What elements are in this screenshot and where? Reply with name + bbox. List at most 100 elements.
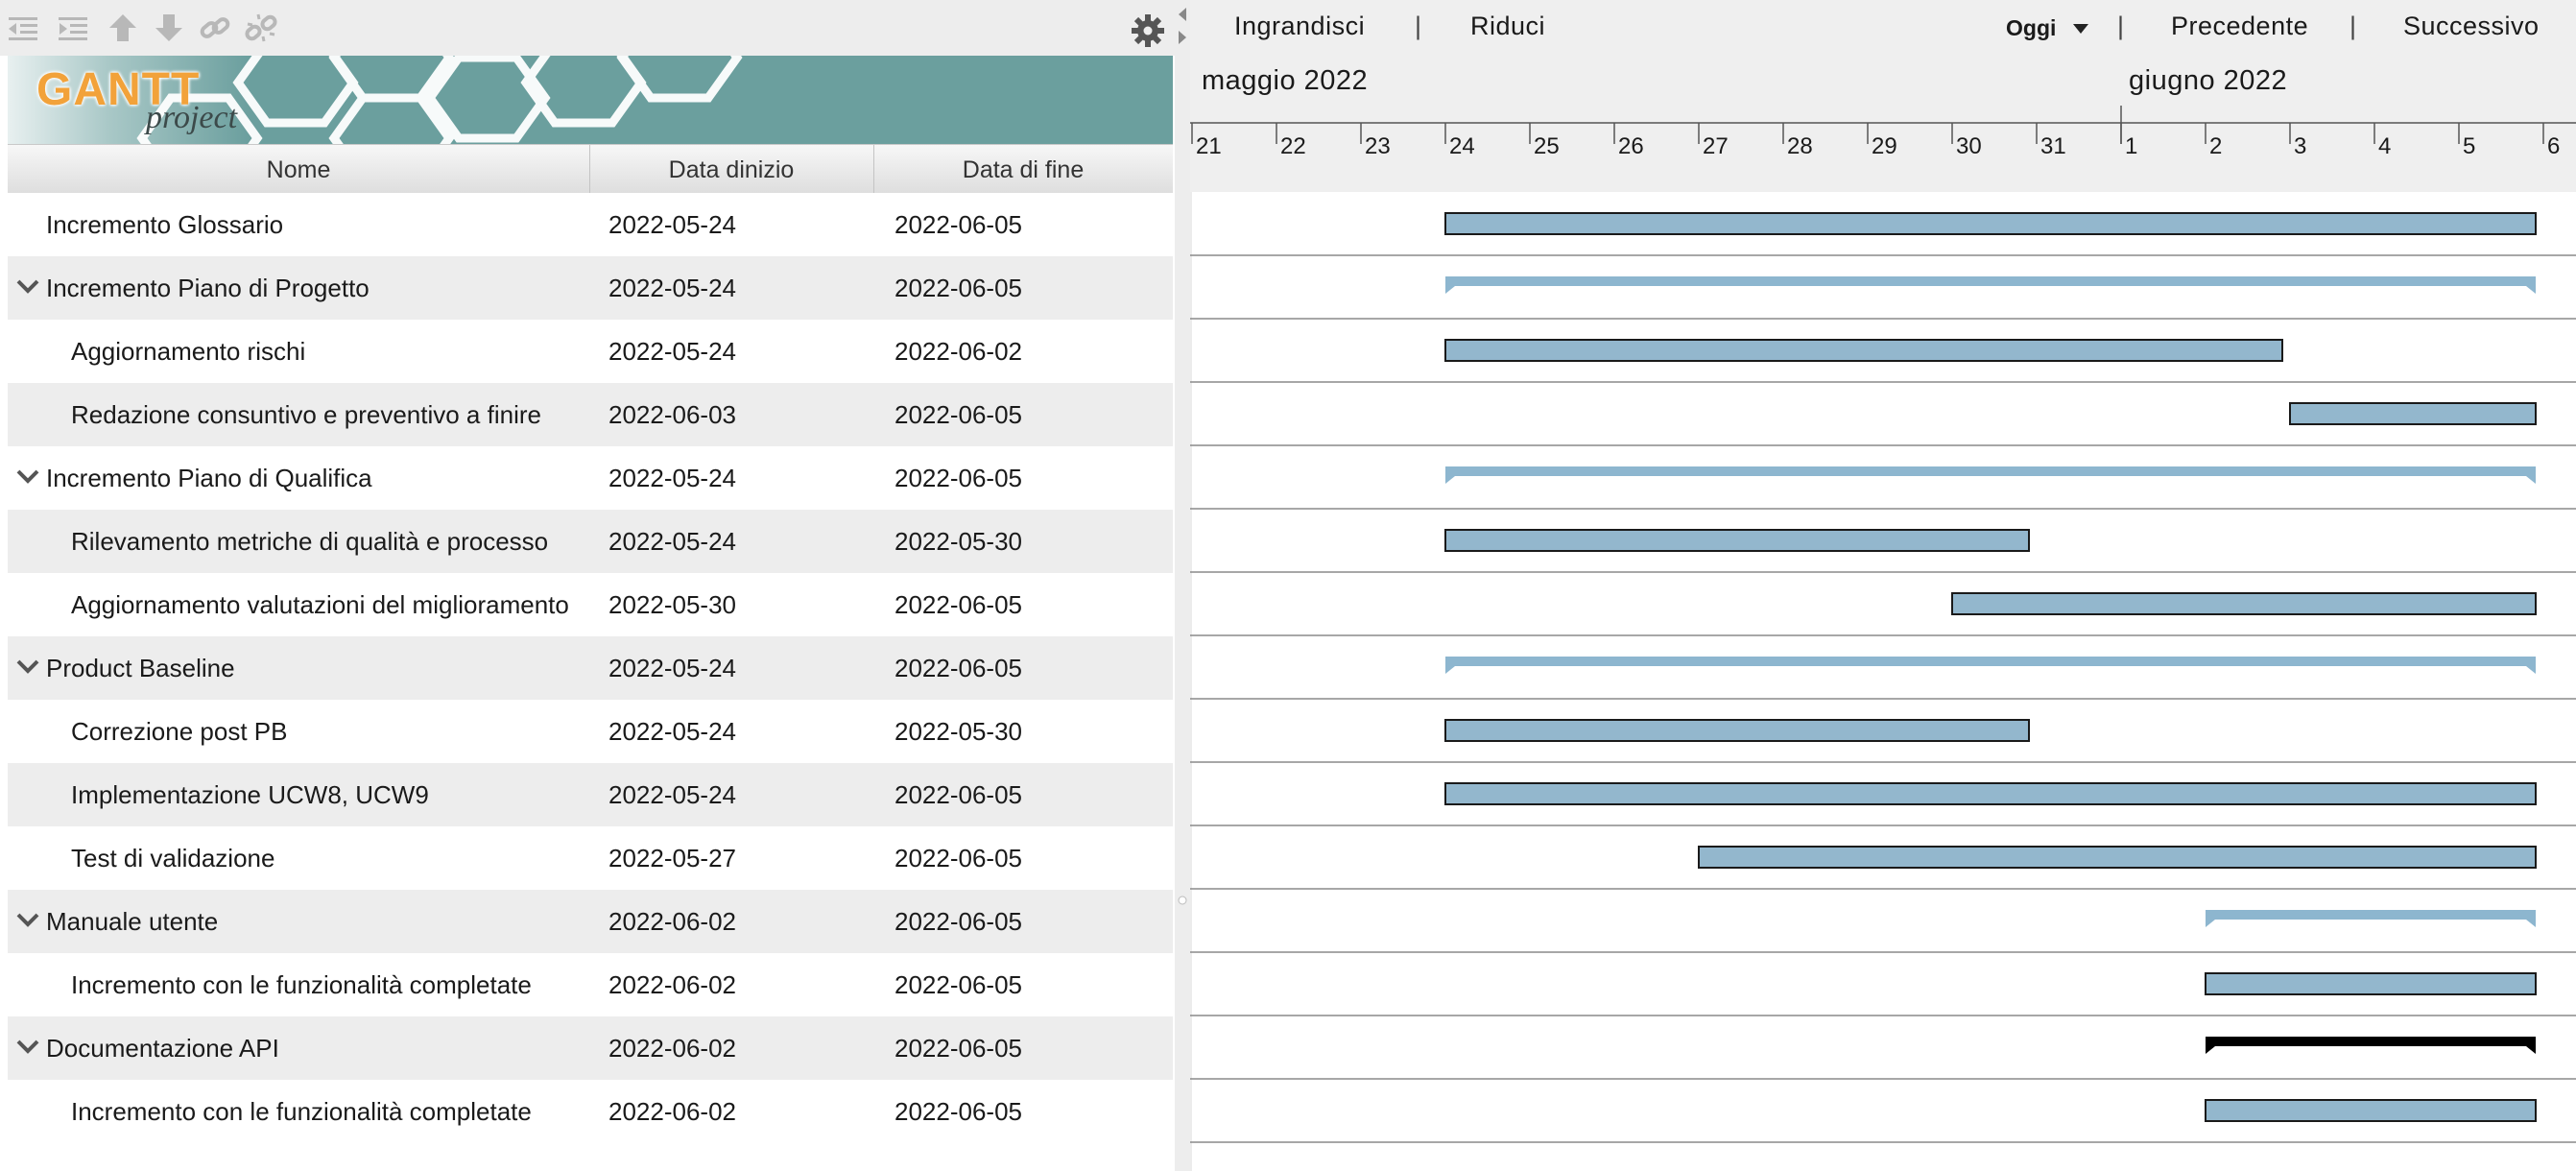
task-bar[interactable] — [1444, 719, 2030, 742]
next-button[interactable]: Successivo — [2403, 12, 2540, 41]
task-start-date: 2022-05-24 — [608, 527, 736, 556]
column-header-name[interactable]: Nome — [8, 145, 590, 193]
nav-separator: | — [1415, 12, 1422, 40]
task-start-date: 2022-05-24 — [608, 337, 736, 366]
task-row[interactable]: Incremento con le funzionalità completat… — [8, 1080, 1173, 1143]
task-row[interactable]: Implementazione UCW8, UCW9 2022-05-24 2022… — [8, 763, 1173, 826]
task-row[interactable]: Documentazione API 2022-06-02 2022-06-05 — [8, 1016, 1173, 1080]
nav-separator: | — [2349, 12, 2357, 40]
gantt-grid — [1190, 192, 2576, 1171]
chevron-down-icon[interactable] — [15, 277, 40, 297]
task-row[interactable]: Test di validazione 2022-05-27 2022-06-05 — [8, 826, 1173, 890]
task-bar[interactable] — [2205, 1099, 2537, 1122]
task-bar[interactable] — [1444, 529, 2030, 552]
today-button[interactable]: Oggi — [2006, 15, 2056, 41]
task-name: Incremento con le funzionalità completat… — [71, 970, 532, 999]
splitter-handle-icon[interactable] — [1177, 895, 1188, 906]
task-bar[interactable] — [1444, 339, 2283, 362]
task-end-date: 2022-06-05 — [894, 654, 1022, 682]
task-row[interactable]: Redazione consuntivo e preventivo a fini… — [8, 383, 1173, 446]
task-name: Product Baseline — [46, 654, 235, 682]
task-bar[interactable] — [2289, 402, 2537, 425]
task-row[interactable]: Aggiornamento valutazioni del migliorame… — [8, 573, 1173, 636]
move-down-icon[interactable] — [152, 12, 186, 46]
zoom-out-button[interactable]: Riduci — [1470, 12, 1545, 41]
task-name: Correzione post PB — [71, 717, 288, 746]
task-end-date: 2022-06-05 — [894, 464, 1022, 492]
summary-bar[interactable] — [2206, 910, 2536, 927]
task-row[interactable]: Incremento Piano di Qualifica 2022-05-24 2… — [8, 446, 1173, 510]
task-end-date: 2022-06-05 — [894, 844, 1022, 872]
task-row[interactable]: Rilevamento metriche di qualità e proces… — [8, 510, 1173, 573]
task-row[interactable]: Product Baseline 2022-05-24 2022-06-05 — [8, 636, 1173, 700]
previous-button[interactable]: Precedente — [2171, 12, 2308, 41]
panel-splitter[interactable] — [1175, 0, 1190, 1171]
day-label: 6 — [2547, 133, 2560, 159]
task-name: Incremento Piano di Qualifica — [46, 464, 372, 492]
task-start-date: 2022-06-02 — [608, 907, 736, 936]
day-label: 31 — [2040, 133, 2066, 159]
task-start-date: 2022-05-27 — [608, 844, 736, 872]
chevron-down-icon[interactable] — [15, 911, 40, 930]
task-row[interactable]: Incremento Piano di Progetto 2022-05-24 20… — [8, 256, 1173, 320]
month-label: giugno 2022 — [2129, 65, 2288, 96]
task-start-date: 2022-05-24 — [608, 210, 736, 239]
chevron-down-icon[interactable] — [2071, 23, 2090, 35]
collapse-arrows-icon[interactable] — [1175, 6, 1190, 48]
task-bar[interactable] — [1951, 592, 2537, 615]
column-header-start[interactable]: Data dinizio — [589, 145, 874, 193]
task-start-date: 2022-05-24 — [608, 780, 736, 809]
task-name: Implementazione UCW8, UCW9 — [71, 780, 429, 809]
unlink-icon[interactable] — [244, 12, 278, 46]
chevron-down-icon[interactable] — [15, 1038, 40, 1057]
day-label: 3 — [2294, 133, 2306, 159]
column-header-end[interactable]: Data di fine — [873, 145, 1173, 193]
task-row[interactable]: Correzione post PB 2022-05-24 2022-05-30 — [8, 700, 1173, 763]
link-icon[interactable] — [198, 12, 232, 46]
task-bar[interactable] — [1444, 212, 2537, 235]
day-label: 4 — [2378, 133, 2391, 159]
outdent-icon[interactable] — [6, 12, 40, 46]
task-name: Test di validazione — [71, 844, 275, 872]
task-end-date: 2022-06-02 — [894, 337, 1022, 366]
task-end-date: 2022-05-30 — [894, 717, 1022, 746]
task-name: Incremento con le funzionalità completat… — [71, 1097, 532, 1126]
task-end-date: 2022-06-05 — [894, 400, 1022, 429]
chevron-down-icon[interactable] — [15, 657, 40, 677]
task-row[interactable]: Aggiornamento rischi 2022-05-24 2022-06-02 — [8, 320, 1173, 383]
task-row[interactable]: Manuale utente 2022-06-02 2022-06-05 — [8, 890, 1173, 953]
task-end-date: 2022-06-05 — [894, 210, 1022, 239]
task-bar[interactable] — [1698, 846, 2537, 869]
summary-bar[interactable] — [1445, 657, 2536, 674]
summary-bar[interactable] — [1445, 466, 2536, 484]
indent-icon[interactable] — [56, 12, 90, 46]
day-label: 30 — [1956, 133, 1982, 159]
day-label: 22 — [1280, 133, 1306, 159]
task-table-panel: GANTT project Nome Data dinizio Data di … — [0, 0, 1175, 1171]
task-start-date: 2022-06-02 — [608, 970, 736, 999]
task-row[interactable]: Incremento con le funzionalità completat… — [8, 953, 1173, 1016]
day-label: 23 — [1365, 133, 1391, 159]
zoom-in-button[interactable]: Ingrandisci — [1234, 12, 1365, 41]
task-end-date: 2022-06-05 — [894, 274, 1022, 302]
day-label: 29 — [1872, 133, 1897, 159]
task-start-date: 2022-06-03 — [608, 400, 736, 429]
nav-separator: | — [2117, 12, 2125, 40]
task-end-date: 2022-06-05 — [894, 1097, 1022, 1126]
day-label: 2 — [2209, 133, 2222, 159]
gear-icon[interactable] — [1129, 12, 1167, 50]
summary-bar[interactable] — [2206, 1037, 2536, 1054]
table-header: Nome Data dinizio Data di fine — [8, 144, 1173, 194]
task-name: Aggiornamento valutazioni del migliorame… — [71, 590, 569, 619]
task-bar[interactable] — [1444, 782, 2537, 805]
day-label: 27 — [1703, 133, 1729, 159]
task-name: Incremento Piano di Progetto — [46, 274, 370, 302]
summary-bar[interactable] — [1445, 276, 2536, 294]
day-label: 25 — [1534, 133, 1560, 159]
task-row[interactable]: Incremento Glossario 2022-05-24 2022-06-05 — [8, 193, 1173, 256]
task-end-date: 2022-06-05 — [894, 780, 1022, 809]
task-end-date: 2022-05-30 — [894, 527, 1022, 556]
move-up-icon[interactable] — [106, 12, 140, 46]
chevron-down-icon[interactable] — [15, 467, 40, 487]
task-bar[interactable] — [2205, 972, 2537, 995]
